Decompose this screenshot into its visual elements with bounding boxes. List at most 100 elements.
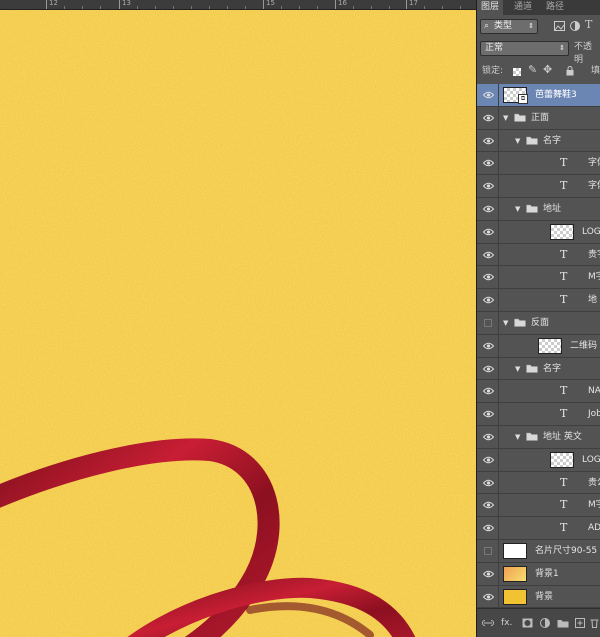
document-canvas[interactable] <box>0 10 476 637</box>
tab-layers[interactable]: 图层 <box>477 0 504 15</box>
visibility-eye-icon[interactable] <box>477 106 499 129</box>
layer-name: NAME字体 <box>588 386 600 397</box>
adjustment-icon[interactable] <box>540 618 550 628</box>
layer-row[interactable]: T Job Title <box>477 403 600 426</box>
layer-row[interactable]: T 贵公司名 <box>477 471 600 495</box>
lock-all-icon[interactable] <box>566 66 574 76</box>
layer-row[interactable]: ▼ 名字 <box>477 357 600 381</box>
layer-row[interactable]: ▼ 正面 <box>477 106 600 130</box>
text-layer-icon: T <box>560 156 568 170</box>
visibility-eye-icon[interactable] <box>477 585 499 608</box>
disclosure-triangle-icon[interactable]: ▼ <box>503 114 508 122</box>
layer-row[interactable]: LOGO <box>477 448 600 472</box>
visibility-eye-icon[interactable] <box>477 289 499 311</box>
visibility-eye-icon[interactable] <box>477 197 499 220</box>
layer-row[interactable]: ▼ 地址 <box>477 197 600 221</box>
folder-icon[interactable] <box>557 619 569 628</box>
adjustment-filter-icon[interactable] <box>570 21 580 31</box>
visibility-toggle[interactable] <box>477 311 499 334</box>
layer-row[interactable]: 二维码 <box>477 334 600 358</box>
trash-icon[interactable] <box>590 618 599 628</box>
folder-icon <box>526 136 538 145</box>
lock-paint-icon[interactable]: ✎ <box>528 63 537 76</box>
lock-transparency-icon[interactable] <box>513 68 521 76</box>
layer-row[interactable]: ▼ 名字 <box>477 129 600 153</box>
layer-row[interactable]: T NAME字体 <box>477 380 600 404</box>
folder-icon <box>526 432 538 441</box>
layer-name: 贵公司名 <box>588 477 600 488</box>
layer-row[interactable]: T M字体： <box>477 494 600 518</box>
disclosure-triangle-icon[interactable]: ▼ <box>515 365 520 373</box>
mask-icon[interactable] <box>522 618 533 628</box>
layer-row[interactable]: ▼ 反面 <box>477 311 600 335</box>
visibility-eye-icon[interactable] <box>477 403 499 425</box>
layer-name: M字体： <box>588 272 600 283</box>
tab-paths[interactable]: 路径 <box>546 0 564 15</box>
link-icon[interactable] <box>482 618 494 628</box>
disclosure-triangle-icon[interactable]: ▼ <box>503 319 508 327</box>
visibility-eye-icon[interactable] <box>477 266 499 289</box>
visibility-eye-icon[interactable] <box>477 129 499 152</box>
fx-icon[interactable]: fx. <box>501 617 512 629</box>
visibility-eye-icon[interactable] <box>477 220 499 243</box>
layer-row[interactable]: T 地 址： <box>477 289 600 312</box>
disclosure-triangle-icon[interactable]: ▼ <box>515 433 520 441</box>
layer-name: M字体： <box>588 500 600 511</box>
type-filter-icon[interactable]: T <box>585 18 592 31</box>
ruler-label: 17 <box>409 0 418 7</box>
search-icon: ⌕ <box>484 21 490 31</box>
layer-thumbnail <box>503 542 527 559</box>
folder-icon <box>514 318 526 327</box>
layer-row[interactable]: 背景1 <box>477 562 600 586</box>
visibility-eye-icon[interactable] <box>477 334 499 357</box>
visibility-toggle[interactable] <box>477 539 499 562</box>
layer-row[interactable]: LOGO <box>477 220 600 244</box>
disclosure-triangle-icon[interactable]: ▼ <box>515 205 520 213</box>
visibility-eye-icon[interactable] <box>477 84 499 106</box>
layer-name: 名字 <box>543 363 562 374</box>
layer-name: 地址 英文 <box>543 431 582 442</box>
layer-row[interactable]: T 字体：A <box>477 152 600 176</box>
layer-row[interactable]: 背景 <box>477 585 600 609</box>
blend-mode-select[interactable]: 正常 ⇕ <box>480 41 569 56</box>
visibility-eye-icon[interactable] <box>477 448 499 471</box>
layer-row[interactable]: ⧉ 芭蕾舞鞋3 <box>477 84 600 107</box>
disclosure-triangle-icon[interactable]: ▼ <box>515 137 520 145</box>
visibility-eye-icon[interactable] <box>477 243 499 266</box>
tab-channels[interactable]: 通道 <box>514 0 532 15</box>
visibility-eye-icon[interactable] <box>477 425 499 448</box>
visibility-eye-icon[interactable] <box>477 152 499 175</box>
visibility-eye-icon[interactable] <box>477 357 499 380</box>
layer-thumbnail <box>503 588 527 605</box>
layer-row[interactable]: T 字体：微 <box>477 175 600 198</box>
layer-name: 正面 <box>531 112 550 123</box>
layer-name: LOGO <box>582 226 600 237</box>
visibility-eye-icon[interactable] <box>477 562 499 585</box>
blend-mode-value: 正常 <box>485 43 504 53</box>
layer-name: Job Title <box>588 409 600 420</box>
ruler-label: 13 <box>122 0 131 7</box>
visibility-eye-icon[interactable] <box>477 494 499 517</box>
layer-name: 名字 <box>543 135 562 146</box>
text-layer-icon: T <box>560 293 568 307</box>
new-layer-icon[interactable] <box>575 618 585 628</box>
visibility-eye-icon[interactable] <box>477 380 499 403</box>
folder-icon <box>526 364 538 373</box>
text-layer-icon: T <box>560 475 568 489</box>
layer-row[interactable]: ▼ 地址 英文 <box>477 425 600 449</box>
layer-name: 背景 <box>535 591 554 602</box>
visibility-eye-icon[interactable] <box>477 175 499 197</box>
panel-tab-bar: 图层 通道 路径 <box>477 0 600 15</box>
visibility-eye-icon[interactable] <box>477 471 499 494</box>
layer-row[interactable]: T M字体： <box>477 266 600 290</box>
layer-name: 名片尺寸90-55 <box>535 545 598 556</box>
layer-name: 字体：微 <box>588 181 600 192</box>
layer-filter-select[interactable]: ⌕ 类型 ⇕ <box>480 19 538 34</box>
lock-position-icon[interactable]: ✥ <box>543 63 552 76</box>
layer-row[interactable]: 名片尺寸90-55 <box>477 539 600 563</box>
layer-row[interactable]: T 贵字体： <box>477 243 600 267</box>
image-filter-icon[interactable] <box>554 21 565 31</box>
visibility-eye-icon[interactable] <box>477 517 499 539</box>
layer-row[interactable]: T ADD: Gu <box>477 517 600 540</box>
text-layer-icon: T <box>560 521 568 535</box>
